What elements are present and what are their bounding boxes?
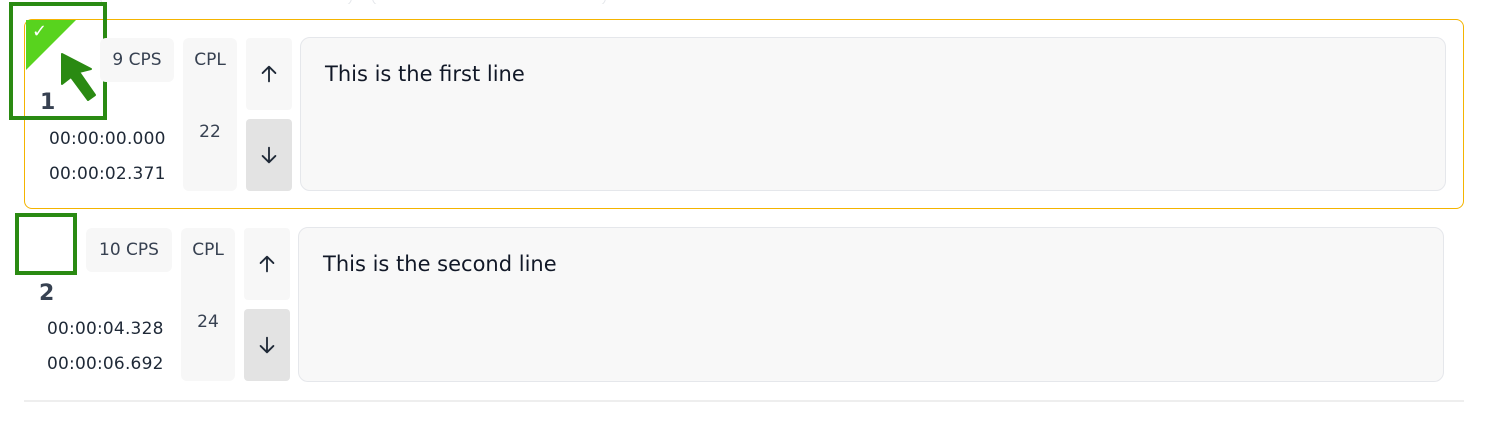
cpl-panel: CPL 22 <box>183 38 237 191</box>
cps-badge: 9 CPS <box>100 38 174 82</box>
cpl-label: CPL <box>194 50 226 70</box>
cpl-value: 22 <box>199 122 221 142</box>
subtitle-text: This is the second line <box>323 252 557 276</box>
arrow-up-icon <box>259 255 275 273</box>
cpl-panel: CPL 24 <box>181 228 235 381</box>
start-time[interactable]: 00:00:00.000 <box>49 129 166 149</box>
row-number: 2 <box>39 281 55 306</box>
move-up-button[interactable] <box>244 228 290 300</box>
row-checkbox[interactable] <box>20 219 72 269</box>
cpl-label: CPL <box>192 240 224 260</box>
end-time[interactable]: 00:00:02.371 <box>49 164 166 184</box>
cpl-value: 24 <box>197 312 219 332</box>
list-divider <box>24 400 1464 402</box>
check-icon: ✓ <box>32 21 48 42</box>
end-time[interactable]: 00:00:06.692 <box>47 354 164 374</box>
move-down-button[interactable] <box>244 309 290 381</box>
row-number: 1 <box>40 90 56 115</box>
subtitle-text-field[interactable]: This is the second line <box>298 227 1444 382</box>
arrow-down-icon <box>261 146 277 164</box>
cps-badge: 10 CPS <box>86 228 172 272</box>
start-time[interactable]: 00:00:04.328 <box>47 319 164 339</box>
mouse-pointer-icon <box>61 53 96 101</box>
subtitle-text: This is the first line <box>325 62 525 86</box>
move-down-button[interactable] <box>246 119 292 191</box>
arrow-up-icon <box>261 65 277 83</box>
arrow-down-icon <box>259 336 275 354</box>
subtitle-text-field[interactable]: This is the first line <box>300 37 1446 191</box>
move-up-button[interactable] <box>246 38 292 110</box>
